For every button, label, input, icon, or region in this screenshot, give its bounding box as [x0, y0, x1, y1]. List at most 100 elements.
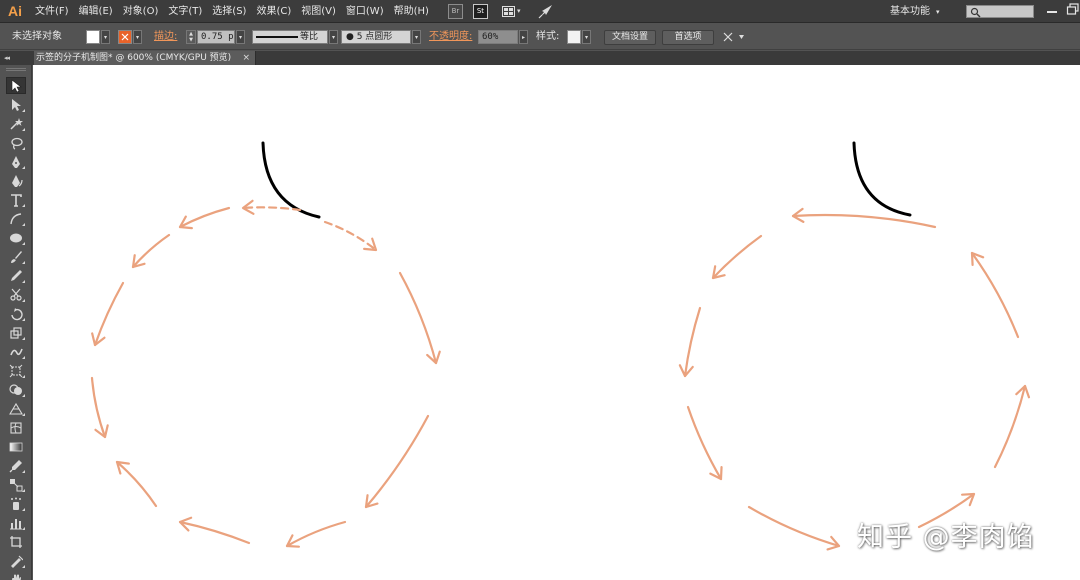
pencil-tool[interactable]	[6, 267, 26, 284]
scale-tool[interactable]	[6, 324, 26, 341]
magic-wand-icon	[10, 117, 23, 130]
profile-dropdown[interactable]: ▾	[329, 30, 338, 44]
hand-icon	[12, 574, 21, 580]
menu-object[interactable]: 对象(O)	[118, 0, 164, 23]
free-transform-icon	[9, 364, 23, 377]
ellipse-tool[interactable]	[6, 229, 26, 246]
stroke-weight-dropdown[interactable]: ▾	[236, 30, 245, 44]
menu-window[interactable]: 窗口(W)	[341, 0, 389, 23]
opacity-dropdown[interactable]: ▸	[519, 30, 528, 44]
isolation-options-button[interactable]	[722, 30, 746, 44]
slice-tool[interactable]	[6, 552, 26, 569]
style-label: 样式:	[536, 31, 560, 42]
preferences-button[interactable]: 首选项	[662, 30, 714, 45]
warp-tool[interactable]	[6, 343, 26, 360]
paintbrush-icon	[11, 250, 22, 263]
selection-icon	[11, 78, 22, 92]
gradient-tool[interactable]	[6, 438, 26, 455]
perspective-grid-tool[interactable]	[6, 400, 26, 417]
stock-button[interactable]: St	[472, 3, 488, 19]
panel-grip[interactable]	[6, 68, 26, 71]
blend-tool[interactable]	[6, 476, 26, 493]
pencil-icon	[11, 269, 22, 281]
search-icon	[970, 7, 981, 18]
arrow-shaft	[791, 213, 937, 229]
mesh-tool[interactable]	[6, 419, 26, 436]
bridge-label: Br	[451, 7, 460, 15]
graphic-style-swatch[interactable]	[567, 30, 581, 44]
menu-help[interactable]: 帮助(H)	[389, 0, 434, 23]
line-segment-icon	[10, 212, 22, 224]
menu-file[interactable]: 文件(F)	[30, 0, 74, 23]
free-transform-tool[interactable]	[6, 362, 26, 379]
gpu-performance-icon[interactable]	[538, 3, 554, 19]
stroke-weight-stepper[interactable]: ▲ ▼	[186, 30, 196, 44]
help-search-input[interactable]	[966, 5, 1034, 18]
menu-view[interactable]: 视图(V)	[296, 0, 341, 23]
arrow-shaft	[364, 414, 430, 509]
ellipse-icon	[10, 233, 22, 242]
workspace-label: 基本功能	[890, 6, 930, 17]
fill-color-swatch[interactable]	[86, 30, 100, 44]
options-menu-icon	[723, 32, 744, 42]
menu-effect[interactable]: 效果(C)	[251, 0, 296, 23]
column-graph-tool[interactable]	[6, 514, 26, 531]
brush-definition[interactable]: ● 5 点圆形	[341, 30, 411, 44]
rotate-icon	[11, 307, 23, 320]
menu-select[interactable]: 选择(S)	[207, 0, 251, 23]
arrow-shaft	[686, 405, 723, 481]
document-setup-button[interactable]: 文档设置	[604, 30, 656, 45]
pen-tool[interactable]	[6, 153, 26, 170]
selection-status: 未选择对象	[12, 31, 62, 42]
direct-selection-tool[interactable]	[6, 96, 26, 113]
selection-tool[interactable]	[6, 77, 26, 94]
rotate-tool[interactable]	[6, 305, 26, 322]
paintbrush-tool[interactable]	[6, 248, 26, 265]
stroke-dropdown[interactable]: ▾	[133, 30, 142, 44]
shape-builder-tool[interactable]	[6, 381, 26, 398]
mesh-icon	[10, 421, 22, 434]
restore-icon[interactable]	[1066, 2, 1080, 16]
arrow-shaft	[683, 306, 702, 378]
magic-wand-tool[interactable]	[6, 115, 26, 132]
fill-dropdown[interactable]: ▾	[101, 30, 110, 44]
hand-tool[interactable]	[6, 571, 26, 580]
artboard-icon	[10, 535, 22, 548]
column-graph-icon	[10, 518, 22, 529]
style-dropdown[interactable]: ▾	[582, 30, 591, 44]
menu-edit[interactable]: 编辑(E)	[74, 0, 118, 23]
scissors-tool[interactable]	[6, 286, 26, 303]
artboard-tool[interactable]	[6, 533, 26, 550]
artwork	[90, 141, 1031, 551]
opacity-panel-link[interactable]: 不透明度:	[429, 24, 472, 50]
profile-line-icon	[256, 36, 298, 38]
curvature-tool[interactable]	[6, 172, 26, 189]
document-tab[interactable]: 示签的分子机制图* @ 600% (CMYK/GPU 预览) ×	[34, 51, 256, 65]
bridge-button[interactable]: Br	[447, 3, 463, 19]
close-tab-icon[interactable]: ×	[242, 51, 250, 65]
arrow-shaft	[93, 281, 125, 347]
symbol-sprayer-tool[interactable]	[6, 495, 26, 512]
type-tool[interactable]	[6, 191, 26, 208]
stroke-weight-field[interactable]: 0.75 pt	[197, 30, 235, 44]
opacity-field[interactable]: 60%	[478, 30, 518, 44]
arrow-shaft	[970, 251, 1020, 339]
variable-width-profile[interactable]: 等比	[252, 30, 328, 44]
stroke-panel-link[interactable]: 描边:	[154, 24, 177, 50]
pen-icon	[12, 155, 20, 168]
menu-type[interactable]: 文字(T)	[163, 0, 207, 23]
line-segment-tool[interactable]	[6, 210, 26, 227]
minimize-icon[interactable]	[1046, 4, 1058, 16]
lasso-tool[interactable]	[6, 134, 26, 151]
app-logo: Ai	[8, 3, 22, 19]
shape-builder-icon	[9, 383, 22, 395]
artboard-canvas[interactable]: 知乎 @李肉馅	[33, 65, 1080, 580]
blend-icon	[10, 478, 23, 491]
arrow-shaft	[241, 206, 302, 212]
collapse-panels-icon[interactable]: ◂◂	[4, 54, 10, 62]
brush-dropdown[interactable]: ▾	[412, 30, 421, 44]
eyedropper-tool[interactable]	[6, 457, 26, 474]
stroke-color-swatch[interactable]	[118, 30, 132, 44]
arrange-documents-button[interactable]: ▾	[501, 4, 528, 19]
workspace-switcher[interactable]: 基本功能 ▾	[890, 0, 940, 23]
